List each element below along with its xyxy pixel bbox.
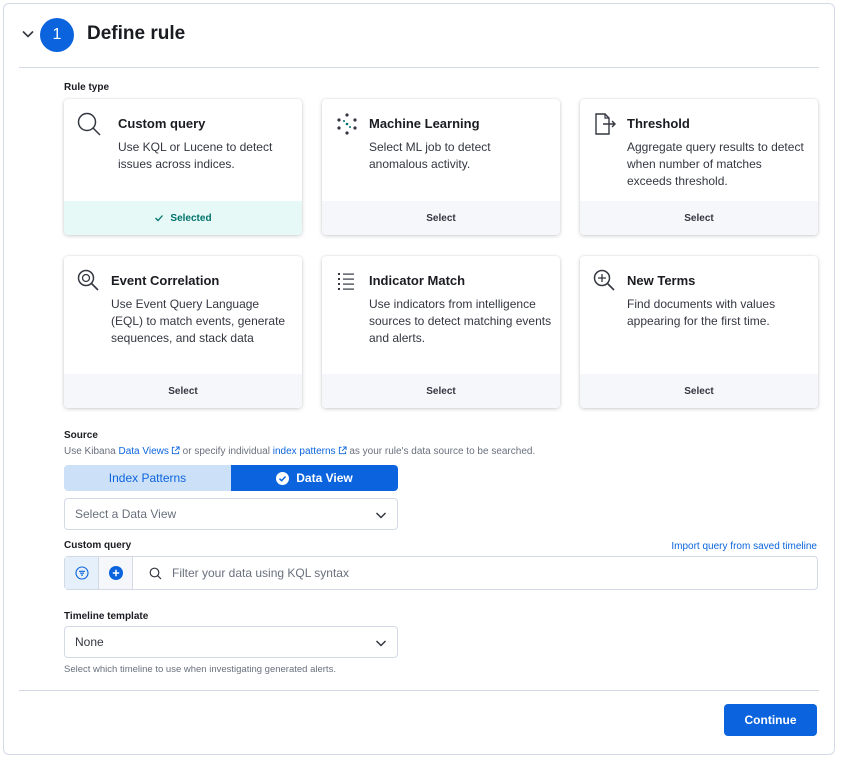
card-select-button[interactable]: Select xyxy=(322,201,560,235)
card-title: Machine Learning xyxy=(369,116,480,131)
card-title: Indicator Match xyxy=(369,273,466,288)
data-view-placeholder: Select a Data View xyxy=(75,507,177,521)
plus-circle-icon xyxy=(108,566,123,580)
query-bar: Filter your data using KQL syntax xyxy=(64,556,818,590)
card-footer-label: Selected xyxy=(170,212,212,224)
check-circle-icon xyxy=(276,471,290,485)
chevron-down-icon xyxy=(375,512,387,519)
search-icon xyxy=(149,567,162,580)
chevron-down-icon xyxy=(375,640,387,647)
filter-icon xyxy=(74,566,89,580)
toggle-label: Data View xyxy=(296,471,353,485)
data-views-link[interactable]: Data Views xyxy=(118,446,168,457)
timeline-template-label: Timeline template xyxy=(64,611,149,622)
card-select-button[interactable]: Select xyxy=(580,201,818,235)
toggle-label: Index Patterns xyxy=(108,471,187,485)
card-description: Use Event Query Language (EQL) to match … xyxy=(111,297,286,345)
external-link-icon xyxy=(338,446,347,455)
kql-query-input[interactable]: Filter your data using KQL syntax xyxy=(172,566,349,580)
card-title: Threshold xyxy=(627,116,690,131)
card-select-button[interactable]: Select xyxy=(322,374,560,408)
list-icon xyxy=(338,273,354,290)
card-selected-footer[interactable]: Selected xyxy=(64,201,302,235)
source-label: Source xyxy=(64,430,98,441)
divider xyxy=(19,67,819,68)
source-toggle-group: Index Patterns Data View xyxy=(64,465,398,491)
external-link-icon xyxy=(171,446,180,455)
step-header[interactable]: 1 Define rule xyxy=(4,4,834,68)
timeline-template-value: None xyxy=(75,635,104,649)
source-desc-suffix: as your rule's data source to be searche… xyxy=(346,446,536,457)
divider xyxy=(19,690,819,691)
data-view-select[interactable]: Select a Data View xyxy=(64,498,398,530)
add-filter-button[interactable] xyxy=(99,557,133,589)
source-description: Use Kibana Data Views or specify individ… xyxy=(64,446,535,457)
chevron-down-icon[interactable] xyxy=(20,26,36,42)
rule-card-custom-query[interactable]: Custom query Use KQL or Lucene to detect… xyxy=(64,99,302,235)
step-title: Define rule xyxy=(87,23,186,44)
timeline-template-select[interactable]: None xyxy=(64,626,398,658)
search-icon xyxy=(77,112,101,136)
threshold-icon xyxy=(595,113,616,135)
rule-card-indicator-match[interactable]: Indicator Match Use indicators from inte… xyxy=(322,256,560,408)
card-description: Find documents with values appearing for… xyxy=(627,297,776,328)
rule-card-new-terms[interactable]: New Terms Find documents with values app… xyxy=(580,256,818,408)
card-title: New Terms xyxy=(627,273,696,288)
source-desc-prefix: Use Kibana xyxy=(64,446,119,457)
step-number-badge: 1 xyxy=(40,18,74,52)
toggle-data-view[interactable]: Data View xyxy=(231,465,398,491)
card-title: Custom query xyxy=(118,116,206,131)
continue-button[interactable]: Continue xyxy=(724,704,817,736)
card-description: Aggregate query results to detect when n… xyxy=(627,140,804,188)
rule-card-machine-learning[interactable]: Machine Learning Select ML job to detect… xyxy=(322,99,560,235)
card-description: Select ML job to detect anomalous activi… xyxy=(369,140,491,171)
custom-query-label: Custom query xyxy=(64,540,132,551)
rule-card-event-correlation[interactable]: Event Correlation Use Event Query Langua… xyxy=(64,256,302,408)
toggle-index-patterns[interactable]: Index Patterns xyxy=(64,465,231,491)
timeline-help-text: Select which timeline to use when invest… xyxy=(64,664,336,675)
card-description: Use indicators from intelligence sources… xyxy=(369,297,552,345)
zoom-in-icon xyxy=(593,269,615,291)
rule-card-threshold[interactable]: Threshold Aggregate query results to det… xyxy=(580,99,818,235)
ml-icon xyxy=(337,113,357,135)
import-query-link[interactable]: Import query from saved timeline xyxy=(671,541,817,552)
rule-type-label: Rule type xyxy=(64,82,110,93)
card-title: Event Correlation xyxy=(111,273,220,288)
eql-icon xyxy=(77,269,99,291)
card-select-button[interactable]: Select xyxy=(580,374,818,408)
filter-menu-button[interactable] xyxy=(65,557,99,589)
index-patterns-link[interactable]: index patterns xyxy=(273,446,336,457)
source-desc-middle: or specify individual xyxy=(179,446,273,457)
card-description: Use KQL or Lucene to detect issues acros… xyxy=(118,140,273,171)
card-select-button[interactable]: Select xyxy=(64,374,302,408)
check-icon xyxy=(155,215,164,222)
define-rule-panel: 1 Define rule Rule type Custom query Use… xyxy=(3,3,835,755)
